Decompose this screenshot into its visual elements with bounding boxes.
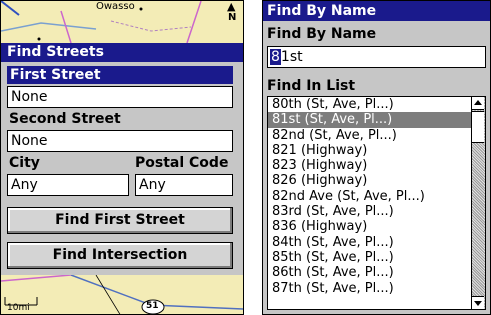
map-roads-bottom bbox=[1, 275, 243, 314]
find-intersection-button[interactable]: Find Intersection bbox=[7, 242, 233, 269]
find-in-list-label: Find In List bbox=[267, 78, 356, 94]
scroll-down-button[interactable] bbox=[472, 296, 484, 309]
map-town-label: Owasso bbox=[96, 1, 135, 12]
results-list[interactable]: 80th (St, Ave, Pl...) 81st (St, Ave, Pl..… bbox=[267, 96, 486, 310]
first-street-field[interactable]: None bbox=[7, 86, 233, 108]
map-area-bottom[interactable]: 10mi 51 bbox=[1, 275, 243, 314]
text-cursor: 8 bbox=[270, 49, 281, 65]
city-label: City bbox=[9, 155, 40, 171]
scroll-up-button[interactable] bbox=[472, 97, 484, 110]
list-item[interactable]: 836 (Highway) bbox=[268, 219, 472, 234]
postal-code-field[interactable]: Any bbox=[135, 174, 233, 196]
list-item[interactable]: 86th (St, Ave, Pl...) bbox=[268, 265, 472, 280]
list-item[interactable]: 87th (St, Ave, Pl...) bbox=[268, 281, 472, 296]
first-street-label: First Street bbox=[7, 66, 233, 84]
list-item[interactable]: 826 (Highway) bbox=[268, 173, 472, 188]
highway-marker: 51 bbox=[146, 301, 159, 311]
list-item[interactable]: 80th (St, Ave, Pl...) bbox=[268, 97, 472, 112]
search-input[interactable]: 81st bbox=[267, 46, 486, 68]
list-item[interactable]: 85th (St, Ave, Pl...) bbox=[268, 250, 472, 265]
find-by-name-label: Find By Name bbox=[267, 26, 377, 42]
list-item[interactable]: 82nd (St, Ave, Pl...) bbox=[268, 128, 472, 143]
north-arrow-icon: ▲ bbox=[227, 1, 236, 13]
find-streets-dialog: First Street None Second Street None Cit… bbox=[1, 62, 243, 275]
list-item[interactable]: 81st (St, Ave, Pl...) bbox=[268, 112, 472, 128]
scrollbar-thumb[interactable] bbox=[472, 111, 484, 143]
find-by-name-screen: Find By Name Find By Name 81st Find In L… bbox=[262, 0, 491, 315]
list-item[interactable]: 823 (Highway) bbox=[268, 158, 472, 173]
second-street-label: Second Street bbox=[9, 111, 121, 127]
postal-code-label: Postal Code bbox=[135, 155, 229, 171]
list-item[interactable]: 83rd (St, Ave, Pl...) bbox=[268, 204, 472, 219]
dialog-title: Find By Name bbox=[263, 1, 490, 21]
second-street-field[interactable]: None bbox=[7, 130, 233, 152]
find-first-street-button[interactable]: Find First Street bbox=[7, 207, 233, 234]
north-indicator: N bbox=[228, 12, 237, 23]
map-area-top[interactable]: Owasso ▲ N bbox=[1, 1, 243, 43]
find-streets-screen: Owasso ▲ N Find Streets First Street Non… bbox=[0, 0, 244, 315]
list-item[interactable]: 821 (Highway) bbox=[268, 143, 472, 158]
scrollbar[interactable] bbox=[471, 97, 485, 309]
results-list-items: 80th (St, Ave, Pl...) 81st (St, Ave, Pl..… bbox=[268, 97, 472, 296]
city-field[interactable]: Any bbox=[7, 174, 129, 196]
chevron-down-icon bbox=[474, 301, 482, 306]
map-scale: 10mi bbox=[7, 303, 30, 313]
search-text: 1st bbox=[280, 49, 303, 65]
list-item[interactable]: 84th (St, Ave, Pl...) bbox=[268, 235, 472, 250]
list-item[interactable]: 82nd Ave (St, Ave, Pl...) bbox=[268, 189, 472, 204]
chevron-up-icon bbox=[474, 100, 482, 105]
dialog-title: Find Streets bbox=[1, 43, 243, 62]
